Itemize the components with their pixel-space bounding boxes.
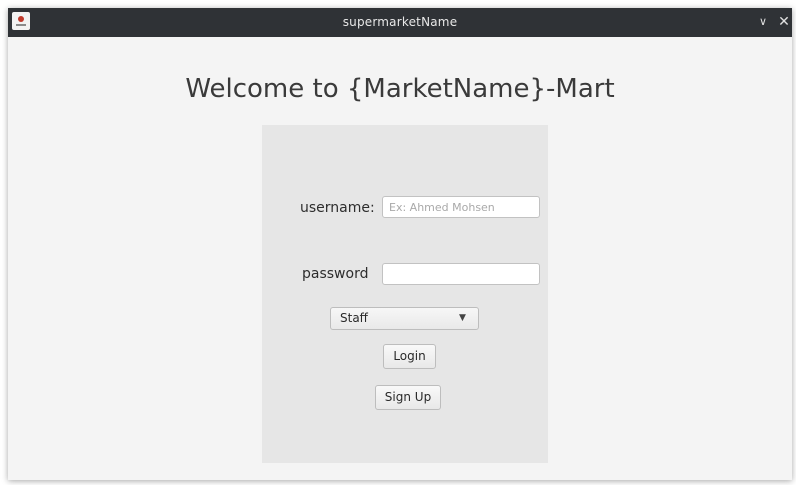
triangle-down-icon: ▼ [459, 313, 466, 323]
welcome-heading: Welcome to {MarketName}-Mart [185, 74, 615, 104]
password-label: password [302, 266, 369, 282]
title-bar[interactable]: supermarketName ∨ ✕ [8, 8, 792, 37]
sign-up-button[interactable]: Sign Up [375, 385, 441, 410]
chevron-down-icon[interactable]: ∨ [754, 13, 772, 31]
username-input[interactable] [382, 196, 540, 218]
login-panel: username: password Staff ▼ Login Sign Up [262, 125, 548, 463]
role-select[interactable]: Staff ▼ [330, 307, 479, 330]
role-select-value: Staff [340, 311, 368, 325]
username-label: username: [300, 200, 375, 216]
app-window: supermarketName ∨ ✕ Welcome to {MarketNa… [8, 8, 792, 480]
password-input[interactable] [382, 263, 540, 285]
window-title: supermarketName [342, 15, 458, 29]
login-button[interactable]: Login [383, 344, 436, 369]
close-icon[interactable]: ✕ [775, 13, 792, 31]
